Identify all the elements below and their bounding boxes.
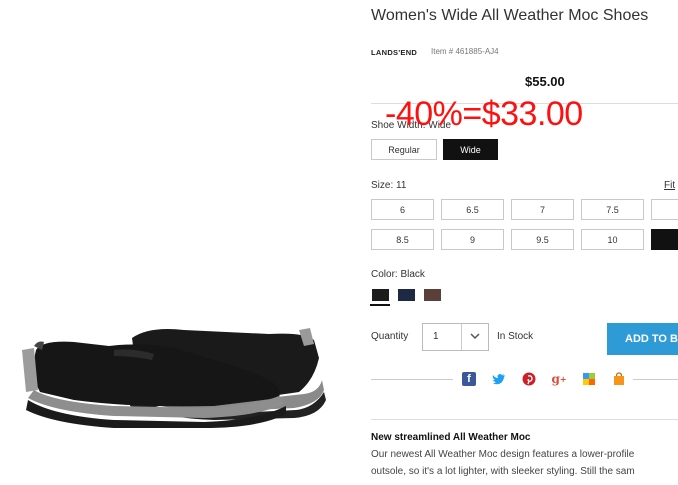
discount-overlay: -40%=$33.00 xyxy=(385,95,583,133)
twitter-icon[interactable] xyxy=(492,372,506,386)
size-option[interactable]: 6.5 xyxy=(441,199,504,220)
size-option[interactable]: 8.5 xyxy=(371,229,434,250)
description-text: Our newest All Weather Moc design featur… xyxy=(371,449,635,460)
divider xyxy=(371,419,678,420)
delicious-icon[interactable] xyxy=(582,372,596,386)
quantity-label: Quantity xyxy=(371,331,409,342)
description-text: outsole, so it's a lot lighter, with sle… xyxy=(371,466,635,477)
size-option[interactable]: 10 xyxy=(581,229,644,250)
shoe-illustration xyxy=(22,328,326,428)
color-swatch-navy[interactable] xyxy=(398,289,415,301)
width-option-wide[interactable]: Wide xyxy=(443,139,498,160)
product-image[interactable] xyxy=(14,320,344,430)
size-option[interactable]: 9.5 xyxy=(511,229,574,250)
color-swatch-brown[interactable] xyxy=(424,289,441,301)
selected-swatch-indicator xyxy=(370,304,390,306)
size-option-selected-11[interactable] xyxy=(651,229,678,250)
brand-logo: LANDS'END xyxy=(371,48,418,57)
item-number: Item # 461885-AJ4 xyxy=(431,47,499,56)
size-option[interactable]: 9 xyxy=(441,229,504,250)
facebook-icon[interactable]: f xyxy=(462,372,476,386)
add-to-bag-button[interactable]: ADD TO B xyxy=(607,323,678,355)
color-swatch-black[interactable] xyxy=(372,289,389,301)
product-title: Women's Wide All Weather Moc Shoes xyxy=(371,7,649,24)
quantity-value: 1 xyxy=(433,331,439,342)
size-label: Size: 11 xyxy=(371,180,407,191)
description-heading: New streamlined All Weather Moc xyxy=(371,432,531,443)
width-option-regular[interactable]: Regular xyxy=(371,139,437,160)
divider xyxy=(633,379,678,380)
size-option[interactable]: 6 xyxy=(371,199,434,220)
fit-guide-link[interactable]: Fit xyxy=(664,180,675,191)
quantity-separator xyxy=(461,324,462,350)
size-option[interactable]: 7 xyxy=(511,199,574,220)
divider xyxy=(371,379,453,380)
size-option[interactable]: 7.5 xyxy=(581,199,644,220)
google-plus-icon[interactable]: g + xyxy=(551,372,566,386)
chevron-down-icon[interactable] xyxy=(468,329,482,343)
shopping-bag-icon[interactable] xyxy=(612,372,626,386)
color-label: Color: Black xyxy=(371,269,425,280)
size-option-partial[interactable] xyxy=(651,199,678,220)
product-price: $55.00 xyxy=(525,74,565,89)
stock-status: In Stock xyxy=(497,331,534,342)
pinterest-icon[interactable] xyxy=(522,372,536,386)
